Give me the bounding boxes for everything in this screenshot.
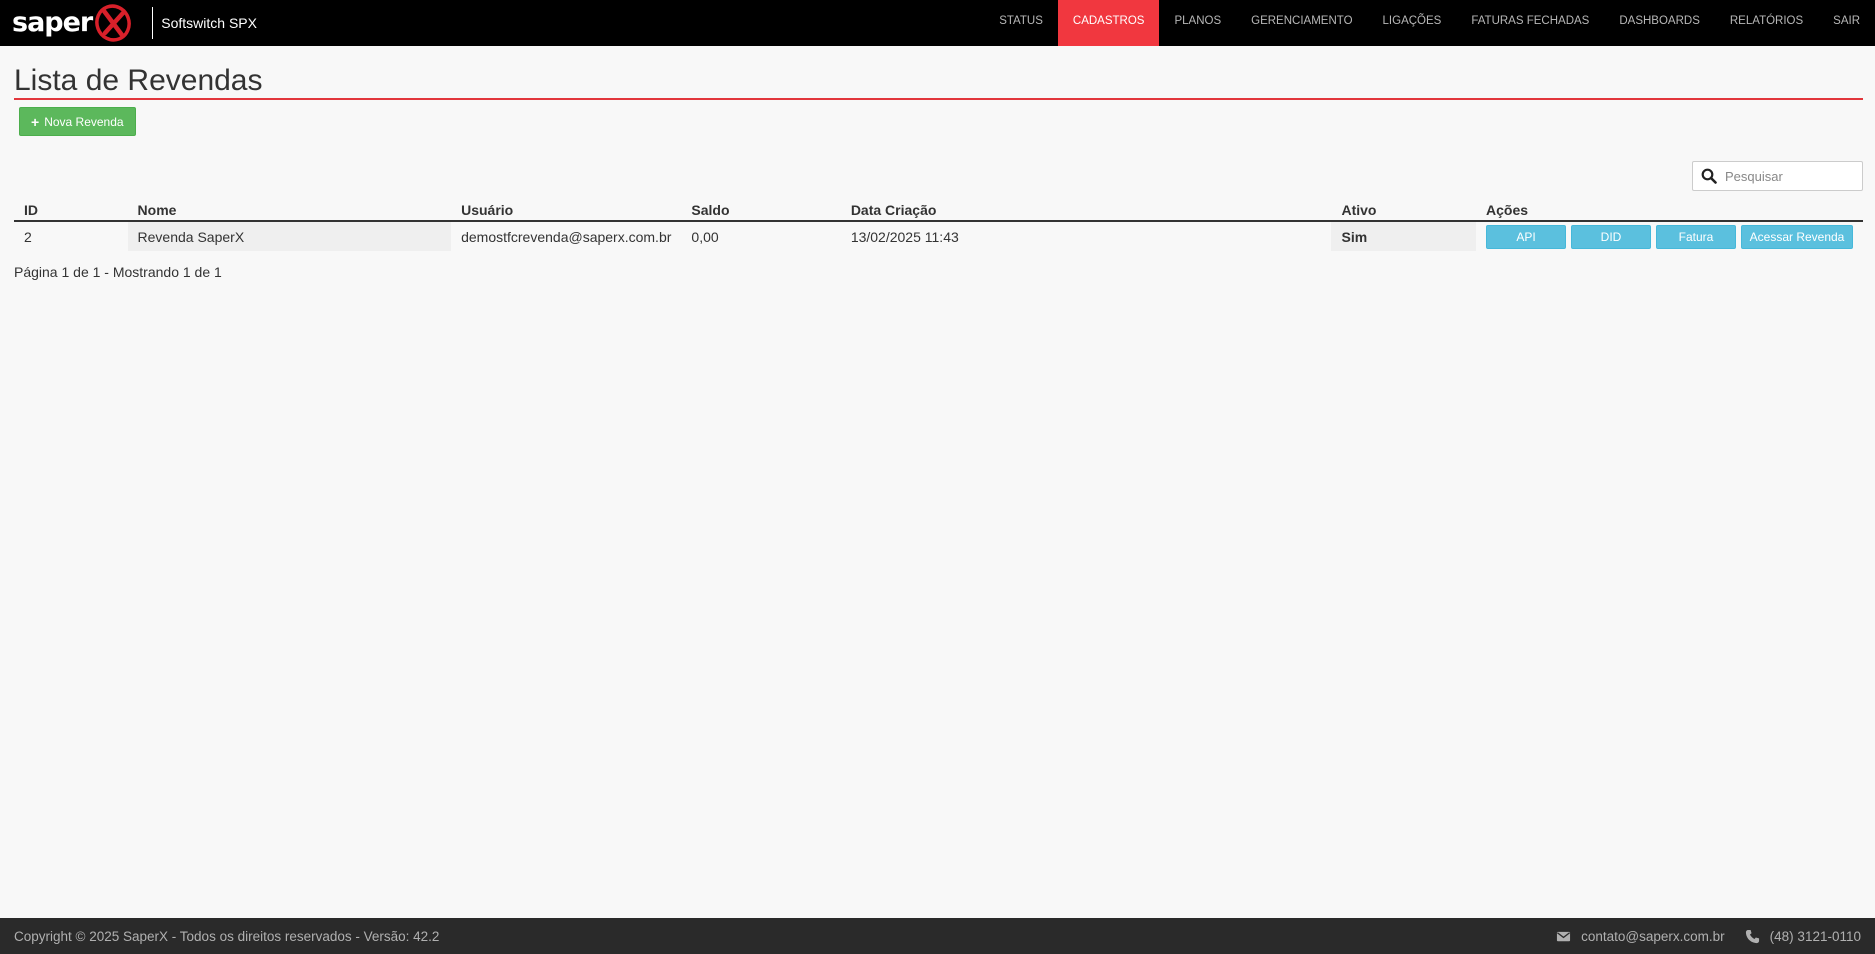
plus-icon: + [31, 113, 40, 130]
product-name: Softswitch SPX [161, 15, 257, 31]
did-button[interactable]: DID [1571, 224, 1651, 249]
nav-status[interactable]: STATUS [984, 0, 1058, 46]
table-header-row: ID Nome Usuário Saldo Data Criação Ativo… [14, 197, 1863, 222]
cell-acoes: API DID Fatura Acessar Revenda [1476, 221, 1863, 251]
col-ativo[interactable]: Ativo [1331, 197, 1476, 222]
nav-cadastros[interactable]: CADASTROS [1057, 0, 1160, 46]
logo-wordmark: saper [12, 7, 93, 38]
col-saldo[interactable]: Saldo [681, 197, 841, 222]
new-revenda-button[interactable]: + Nova Revenda [19, 107, 136, 136]
nav-dashboards[interactable]: DASHBOARDS [1604, 0, 1715, 46]
fatura-button[interactable]: Fatura [1656, 224, 1736, 249]
nav-faturas-fechadas[interactable]: FATURAS FECHADAS [1456, 0, 1604, 46]
cell-usuario: demostfcrevenda@saperx.com.br [461, 228, 672, 245]
cell-saldo: 0,00 [691, 228, 719, 245]
row-actions: API DID Fatura Acessar Revenda [1486, 224, 1853, 249]
search-icon [1701, 168, 1717, 184]
main-nav: STATUS CADASTROS PLANOS GERENCIAMENTO LI… [984, 0, 1875, 46]
phone-icon [1745, 929, 1759, 943]
envelope-icon [1557, 931, 1571, 941]
acessar-revenda-button[interactable]: Acessar Revenda [1741, 224, 1853, 249]
footer: Copyright © 2025 SaperX - Todos os direi… [0, 918, 1875, 954]
revendas-table: ID Nome Usuário Saldo Data Criação Ativo… [14, 197, 1863, 251]
col-acoes: Ações [1476, 197, 1863, 222]
col-nome[interactable]: Nome [127, 197, 452, 222]
top-navbar: saper Softswitch SPX STATUS CADASTROS PL… [0, 0, 1875, 46]
nav-planos[interactable]: PLANOS [1159, 0, 1236, 46]
title-divider [14, 98, 1863, 100]
search-box[interactable] [1692, 161, 1863, 191]
footer-phone-text: (48) 3121-0110 [1769, 928, 1861, 944]
footer-contacts: contato@saperx.com.br (48) 3121-0110 [1556, 929, 1861, 944]
col-usuario[interactable]: Usuário [451, 197, 682, 222]
footer-copyright: Copyright © 2025 SaperX - Todos os direi… [14, 928, 440, 944]
table-row: 2 Revenda SaperX demostfcrevenda@saperx.… [14, 221, 1863, 251]
col-data-criacao[interactable]: Data Criação [840, 197, 1332, 222]
brand-logo[interactable]: saper [0, 0, 134, 46]
cell-id: 2 [24, 228, 32, 245]
page-title: Lista de Revendas [14, 64, 263, 97]
nav-sair[interactable]: SAIR [1818, 0, 1875, 46]
nav-gerenciamento[interactable]: GERENCIAMENTO [1236, 0, 1367, 46]
search-input[interactable] [1725, 168, 1855, 184]
cell-ativo: Sim [1331, 221, 1476, 251]
cell-nome: Revenda SaperX [127, 221, 452, 251]
footer-email[interactable]: contato@saperx.com.br [1556, 929, 1725, 944]
nav-ligacoes[interactable]: LIGAÇÕES [1368, 0, 1457, 46]
cell-data-criacao: 13/02/2025 11:43 [850, 228, 959, 245]
nav-relatorios[interactable]: RELATÓRIOS [1715, 0, 1818, 46]
footer-email-text: contato@saperx.com.br [1581, 928, 1725, 944]
logo-separator [152, 7, 154, 39]
logo-x-icon [95, 4, 132, 42]
footer-phone[interactable]: (48) 3121-0110 [1745, 929, 1861, 944]
col-id[interactable]: ID [14, 197, 128, 222]
pagination-info: Página 1 de 1 - Mostrando 1 de 1 [14, 264, 222, 280]
new-revenda-label: Nova Revenda [44, 114, 124, 129]
api-button[interactable]: API [1486, 224, 1566, 249]
